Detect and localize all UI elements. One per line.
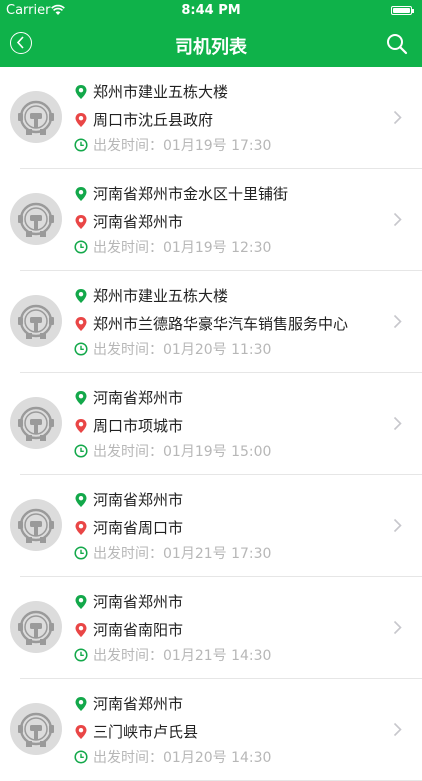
from-address: 河南省郑州市金水区十里铺街 (93, 185, 289, 203)
driver-row[interactable]: 河南省郑州市 周口市项城市 出发时间： 01月19号 15:00 (0, 373, 422, 475)
search-icon[interactable] (386, 33, 408, 55)
clock-icon (74, 750, 88, 764)
chevron-right-icon (393, 518, 402, 533)
chevron-right-icon (393, 416, 402, 431)
time-label: 出发时间： (93, 546, 163, 562)
driver-row[interactable]: 河南省郑州市金水区十里铺街 河南省郑州市 出发时间： 01月19号 12:30 (0, 169, 422, 271)
trip-to: 河南省郑州市 (74, 211, 183, 232)
destination-pin-icon (75, 418, 87, 433)
to-address: 河南省郑州市 (93, 213, 184, 231)
chevron-right-icon (393, 314, 402, 329)
time-label: 出发时间： (93, 138, 163, 154)
trip-to: 周口市项城市 (74, 415, 183, 436)
destination-pin-icon (75, 622, 87, 637)
origin-pin-icon (75, 84, 87, 99)
trip-from: 郑州市建业五栋大楼 (74, 81, 228, 102)
origin-pin-icon (75, 288, 87, 303)
departure-time: 01月20号 11:30 (163, 342, 272, 358)
trip-time: 出发时间： 01月21号 14:30 (74, 645, 271, 665)
steering-wheel-avatar-icon (10, 295, 62, 347)
driver-row[interactable]: 河南省郑州市 河南省南阳市 出发时间： 01月21号 14:30 (0, 577, 422, 679)
origin-pin-icon (75, 390, 87, 405)
from-address: 河南省郑州市 (93, 593, 184, 611)
clock-icon (74, 444, 88, 458)
destination-pin-icon (75, 316, 87, 331)
departure-time: 01月20号 14:30 (163, 750, 272, 766)
departure-time: 01月19号 17:30 (163, 138, 272, 154)
destination-pin-icon (75, 724, 87, 739)
status-time: 8:44 PM (181, 3, 241, 18)
clock-icon (74, 546, 88, 560)
trip-time: 出发时间： 01月20号 14:30 (74, 747, 271, 767)
chevron-right-icon (393, 110, 402, 125)
nav-bar: 司机列表 (0, 22, 422, 67)
trip-time: 出发时间： 01月19号 12:30 (74, 237, 271, 257)
to-address: 河南省南阳市 (93, 621, 184, 639)
clock-icon (74, 648, 88, 662)
trip-from: 河南省郑州市金水区十里铺街 (74, 183, 288, 204)
from-address: 郑州市建业五栋大楼 (93, 83, 229, 101)
trip-time: 出发时间： 01月19号 17:30 (74, 135, 271, 155)
clock-icon (74, 342, 88, 356)
departure-time: 01月19号 12:30 (163, 240, 272, 256)
departure-time: 01月21号 17:30 (163, 546, 272, 562)
driver-row[interactable]: 郑州市建业五栋大楼 周口市沈丘县政府 出发时间： 01月19号 17:30 (0, 67, 422, 169)
trip-time: 出发时间： 01月20号 11:30 (74, 339, 271, 359)
battery-icon (391, 6, 414, 15)
from-address: 郑州市建业五栋大楼 (93, 287, 229, 305)
trip-time: 出发时间： 01月21号 17:30 (74, 543, 271, 563)
page-title: 司机列表 (175, 37, 247, 58)
chevron-right-icon (393, 722, 402, 737)
steering-wheel-avatar-icon (10, 499, 62, 551)
trip-to: 河南省南阳市 (74, 619, 183, 640)
to-address: 周口市项城市 (93, 417, 184, 435)
time-label: 出发时间： (93, 240, 163, 256)
trip-to: 三门峡市卢氏县 (74, 721, 198, 742)
trip-to: 郑州市兰德路华豪华汽车销售服务中心 (74, 313, 348, 334)
to-address: 三门峡市卢氏县 (93, 723, 199, 741)
to-address: 河南省周口市 (93, 519, 184, 537)
clock-icon (74, 138, 88, 152)
to-address: 郑州市兰德路华豪华汽车销售服务中心 (93, 315, 349, 333)
driver-row[interactable]: 郑州市建业五栋大楼 郑州市兰德路华豪华汽车销售服务中心 出发时间： 01月20号 … (0, 271, 422, 373)
driver-list: 郑州市建业五栋大楼 周口市沈丘县政府 出发时间： 01月19号 17:30 河南… (0, 67, 422, 781)
from-address: 河南省郑州市 (93, 491, 184, 509)
origin-pin-icon (75, 492, 87, 507)
driver-row[interactable]: 河南省郑州市 三门峡市卢氏县 出发时间： 01月20号 14:30 (0, 679, 422, 781)
chevron-right-icon (393, 212, 402, 227)
header: Carrier 8:44 PM 司机列表 (0, 0, 422, 67)
steering-wheel-avatar-icon (10, 601, 62, 653)
driver-row[interactable]: 河南省郑州市 河南省周口市 出发时间： 01月21号 17:30 (0, 475, 422, 577)
chevron-right-icon (393, 620, 402, 635)
time-label: 出发时间： (93, 750, 163, 766)
trip-time: 出发时间： 01月19号 15:00 (74, 441, 271, 461)
destination-pin-icon (75, 520, 87, 535)
steering-wheel-avatar-icon (10, 91, 62, 143)
departure-time: 01月21号 14:30 (163, 648, 272, 664)
destination-pin-icon (75, 112, 87, 127)
steering-wheel-avatar-icon (10, 397, 62, 449)
departure-time: 01月19号 15:00 (163, 444, 272, 460)
time-label: 出发时间： (93, 444, 163, 460)
origin-pin-icon (75, 594, 87, 609)
steering-wheel-avatar-icon (10, 193, 62, 245)
trip-to: 周口市沈丘县政府 (74, 109, 213, 130)
origin-pin-icon (75, 186, 87, 201)
clock-icon (74, 240, 88, 254)
trip-from: 河南省郑州市 (74, 387, 183, 408)
trip-from: 郑州市建业五栋大楼 (74, 285, 228, 306)
origin-pin-icon (75, 696, 87, 711)
time-label: 出发时间： (93, 342, 163, 358)
trip-from: 河南省郑州市 (74, 591, 183, 612)
time-label: 出发时间： (93, 648, 163, 664)
to-address: 周口市沈丘县政府 (93, 111, 214, 129)
destination-pin-icon (75, 214, 87, 229)
steering-wheel-avatar-icon (10, 703, 62, 755)
from-address: 河南省郑州市 (93, 389, 184, 407)
from-address: 河南省郑州市 (93, 695, 184, 713)
trip-to: 河南省周口市 (74, 517, 183, 538)
trip-from: 河南省郑州市 (74, 693, 183, 714)
status-bar: Carrier 8:44 PM (0, 0, 422, 22)
trip-from: 河南省郑州市 (74, 489, 183, 510)
